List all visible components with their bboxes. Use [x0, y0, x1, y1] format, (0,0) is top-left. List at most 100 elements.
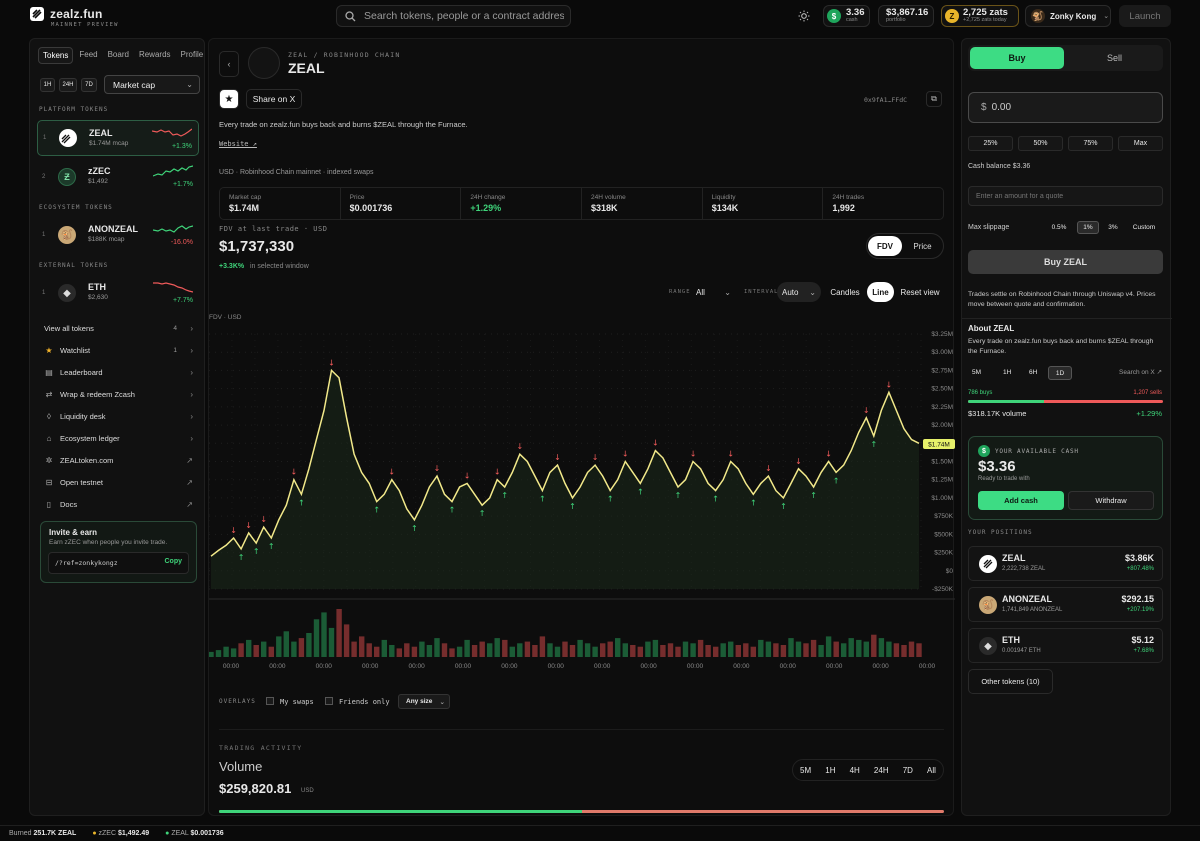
- zats-pill[interactable]: Z 2,725 zats +2,725 zats today: [941, 5, 1019, 27]
- share-on-x-button[interactable]: Share on X: [246, 89, 302, 109]
- sell-marker-icon: ↓: [554, 453, 561, 462]
- watchlist-star-button[interactable]: ★: [219, 89, 239, 109]
- brand-logo[interactable]: zealz.fun MAINNET PREVIEW: [30, 7, 117, 28]
- token-row-zzec[interactable]: 2 Ƶ zZEC $1,492 +1.7%: [37, 159, 199, 195]
- toggle-fdv[interactable]: FDV: [868, 236, 902, 256]
- buy-tab[interactable]: Buy: [970, 47, 1064, 69]
- reset-view-button[interactable]: Reset view: [898, 282, 942, 302]
- slippage-3[interactable]: 3%: [1103, 221, 1123, 234]
- buy-zeal-button[interactable]: Buy ZEAL: [968, 250, 1163, 274]
- nav-watchlist[interactable]: ★ Watchlist 1 ›: [37, 340, 199, 360]
- theme-toggle[interactable]: [797, 9, 811, 23]
- about-range-5m[interactable]: 5M: [972, 369, 981, 376]
- search-bar[interactable]: [336, 5, 571, 27]
- sell-tab[interactable]: Sell: [1068, 47, 1161, 69]
- size-select[interactable]: Any size ⌄: [398, 694, 450, 709]
- about-title: About ZEAL: [968, 324, 1015, 333]
- my-swaps-checkbox[interactable]: [266, 697, 274, 705]
- about-range-1h[interactable]: 1H: [1003, 369, 1011, 376]
- nav-leaderboard[interactable]: ▤ Leaderboard ›: [37, 362, 199, 382]
- pct-50-button[interactable]: 50%: [1018, 136, 1063, 151]
- timeframe-7d[interactable]: 7D: [81, 78, 97, 92]
- volume-bar: [381, 639, 387, 657]
- tab-tokens[interactable]: Tokens: [38, 47, 74, 64]
- volume-unit: USD: [301, 788, 314, 794]
- tab-feed[interactable]: Feed: [75, 47, 101, 64]
- slippage-0-5[interactable]: 0.5%: [1047, 221, 1071, 234]
- nav-ecosystem-ledger[interactable]: ⌂ Ecosystem ledger ›: [37, 428, 199, 448]
- other-tokens-button[interactable]: Other tokens (10): [968, 669, 1053, 694]
- contract-address[interactable]: 0x9fA1…FFdC: [864, 96, 907, 104]
- stat-value: 1,992: [832, 203, 855, 213]
- swap-icon: ⇄: [45, 389, 53, 399]
- interval-select[interactable]: Auto ⌄: [777, 282, 821, 302]
- pct-75-button[interactable]: 75%: [1068, 136, 1113, 151]
- buy-marker-icon: ↑: [268, 542, 275, 551]
- volume-bar: [916, 643, 922, 657]
- copy-button[interactable]: Copy: [165, 558, 183, 565]
- x-tick-label: 00:00: [501, 663, 518, 670]
- user-menu[interactable]: 🐒 Zonky Kong ⌄: [1025, 5, 1111, 27]
- ecosystem-tokens-heading: ECOSYSTEM TOKENS: [39, 204, 113, 211]
- position-value: $5.12: [1131, 635, 1154, 645]
- pct-25-button[interactable]: 25%: [968, 136, 1013, 151]
- buy-marker-icon: ↑: [712, 495, 719, 504]
- nav-view-all-tokens[interactable]: View all tokens 4 ›: [37, 318, 199, 338]
- quote-input[interactable]: [968, 186, 1163, 206]
- nav-docs[interactable]: ▯ Docs ↗: [37, 494, 199, 514]
- stats-bar: Market cap $1.74M Price $0.001736 24H chan…: [219, 187, 944, 220]
- toggle-price[interactable]: Price: [905, 236, 940, 256]
- tab-board[interactable]: Board: [104, 47, 133, 64]
- nav-open-testnet[interactable]: ⊟ Open testnet ↗: [37, 472, 199, 492]
- nav-liquidity-desk[interactable]: ◊ Liquidity desk ›: [37, 406, 199, 426]
- candles-button[interactable]: Candles: [827, 282, 863, 302]
- portfolio-value: $3,867.16: [886, 7, 929, 18]
- timeframe-24h[interactable]: 24H: [59, 78, 77, 92]
- tab-rewards[interactable]: Rewards: [135, 47, 175, 64]
- position-row-anonzeal[interactable]: 🐒 ANONZEAL 1,741,849 ANONZEAL $292.15 +2…: [968, 587, 1163, 622]
- zats-coin-icon: Z: [945, 9, 959, 23]
- pct-max-button[interactable]: Max: [1118, 136, 1163, 151]
- range-label: RANGE: [669, 289, 691, 295]
- token-rank: 2: [42, 174, 46, 180]
- activity-range-24h[interactable]: 24H: [874, 766, 889, 775]
- activity-range-7d[interactable]: 7D: [903, 766, 913, 775]
- activity-range-4h[interactable]: 4H: [850, 766, 860, 775]
- volume-bar: [871, 634, 877, 657]
- sort-select[interactable]: Market cap ⌄: [104, 75, 200, 94]
- launch-button[interactable]: Launch: [1119, 5, 1171, 27]
- position-row-eth[interactable]: ◆ ETH 0.001947 ETH $5.12 +7.68%: [968, 628, 1163, 663]
- token-row-anonzeal[interactable]: 1 🐒 ANONZEAL $188K mcap -16.0%: [37, 217, 199, 253]
- add-cash-button[interactable]: Add cash: [978, 491, 1064, 510]
- tab-profile[interactable]: Profile: [177, 47, 208, 64]
- position-row-zeal[interactable]: ZEAL 2,222,738 ZEAL $3.86K +807.48%: [968, 546, 1163, 581]
- token-row-zeal[interactable]: 1 ZEAL $1.74M mcap +1.3%: [37, 120, 199, 156]
- sell-marker-icon: ↓: [328, 358, 335, 367]
- slippage-1[interactable]: 1%: [1077, 221, 1099, 234]
- portfolio-pill[interactable]: $3,867.16 portfolio: [878, 5, 934, 27]
- activity-range-5m[interactable]: 5M: [800, 766, 811, 775]
- token-row-eth[interactable]: 1 ◆ ETH $2,630 +7.7%: [37, 275, 199, 311]
- line-button[interactable]: Line: [867, 282, 894, 302]
- timeframe-1h[interactable]: 1H: [40, 78, 55, 92]
- cash-pill[interactable]: $ 3.36 cash: [823, 5, 870, 27]
- search-input[interactable]: [364, 10, 564, 22]
- range-select[interactable]: All ⌄: [689, 282, 737, 302]
- slippage-custom[interactable]: Custom: [1127, 221, 1161, 234]
- search-on-x-link[interactable]: Search on X ↗: [1119, 368, 1162, 376]
- activity-range-1h[interactable]: 1H: [825, 766, 835, 775]
- leaderboard-icon: ▤: [45, 367, 53, 377]
- friends-only-checkbox[interactable]: [325, 697, 333, 705]
- nav-wrap-redeem[interactable]: ⇄ Wrap & redeem Zcash ›: [37, 384, 199, 404]
- nav-zealtoken-com[interactable]: ✲ ZEALtoken.com ↗: [37, 450, 199, 470]
- about-range-1d[interactable]: 1D: [1048, 366, 1072, 380]
- withdraw-button[interactable]: Withdraw: [1068, 491, 1154, 510]
- back-button[interactable]: ‹: [219, 51, 239, 77]
- anonzeal-logo-icon: 🐒: [979, 596, 997, 614]
- about-range-6h[interactable]: 6H: [1029, 369, 1037, 376]
- amount-field[interactable]: $ 0.00: [968, 92, 1163, 123]
- copy-address-button[interactable]: ⧉: [926, 91, 942, 107]
- website-link[interactable]: Website ↗: [219, 140, 257, 148]
- activity-range-all[interactable]: All: [927, 766, 936, 775]
- volume-bar: [577, 639, 583, 657]
